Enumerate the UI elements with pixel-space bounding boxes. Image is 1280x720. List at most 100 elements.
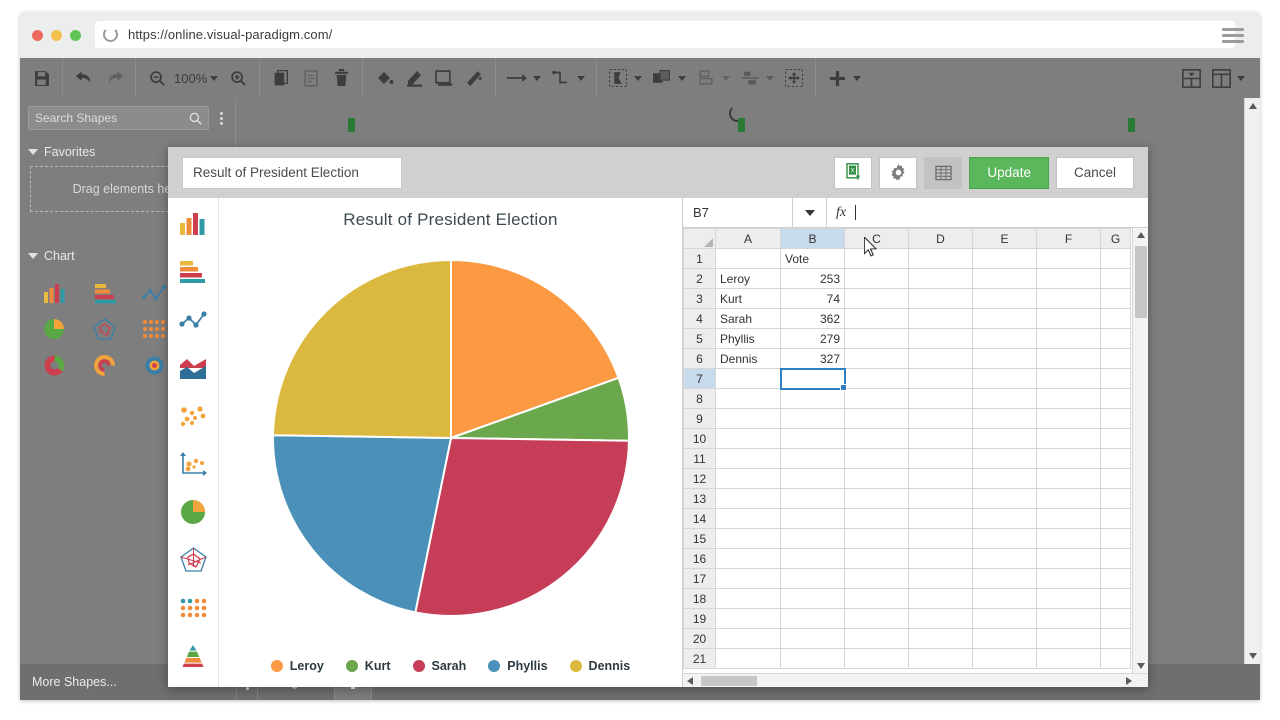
align-dropdown-caret-icon[interactable] [722, 75, 731, 81]
cell-G15[interactable] [1100, 528, 1131, 549]
cell-G2[interactable] [1100, 268, 1131, 289]
copy-icon[interactable] [266, 61, 296, 95]
cell-G7[interactable] [1100, 368, 1131, 389]
cell-B10[interactable] [780, 428, 845, 449]
row-header-9[interactable]: 9 [683, 408, 716, 429]
cell-B19[interactable] [780, 608, 845, 629]
cell-G11[interactable] [1100, 448, 1131, 469]
cancel-button[interactable]: Cancel [1055, 156, 1134, 189]
row-header-16[interactable]: 16 [683, 548, 716, 569]
cell-A20[interactable] [715, 628, 781, 649]
cell-G8[interactable] [1100, 388, 1131, 409]
row-header-4[interactable]: 4 [683, 308, 716, 329]
connection-arrow-icon[interactable] [502, 61, 532, 95]
cell-D1[interactable] [908, 248, 973, 269]
zoom-out-icon[interactable] [142, 61, 172, 95]
zoom-level-label[interactable]: 100% [172, 71, 209, 86]
cell-F14[interactable] [1036, 508, 1101, 529]
row-header-19[interactable]: 19 [683, 608, 716, 629]
scrollbar-thumb[interactable] [1135, 246, 1147, 318]
row-header-14[interactable]: 14 [683, 508, 716, 529]
canvas-vertical-scrollbar[interactable] [1244, 98, 1260, 664]
cell-C3[interactable] [844, 288, 909, 309]
chart-type-pyramid-chart-icon[interactable] [173, 640, 213, 672]
cell-E19[interactable] [972, 608, 1037, 629]
kebab-menu-icon[interactable] [213, 111, 229, 125]
redo-icon[interactable] [99, 61, 129, 95]
paste-icon[interactable] [296, 61, 326, 95]
shape-donut-chart[interactable] [32, 352, 78, 378]
cell-D4[interactable] [908, 308, 973, 329]
cell-C2[interactable] [844, 268, 909, 289]
cell-E21[interactable] [972, 648, 1037, 669]
cell-C5[interactable] [844, 328, 909, 349]
row-header-1[interactable]: 1 [683, 248, 716, 269]
legend-item-phyllis[interactable]: Phyllis [488, 659, 548, 673]
cell-E15[interactable] [972, 528, 1037, 549]
cell-G4[interactable] [1100, 308, 1131, 329]
chart-type-column-chart-icon[interactable] [173, 208, 213, 240]
cell-C20[interactable] [844, 628, 909, 649]
row-header-12[interactable]: 12 [683, 468, 716, 489]
outline-panel-icon[interactable] [1176, 61, 1206, 95]
cell-C16[interactable] [844, 548, 909, 569]
cell-E14[interactable] [972, 508, 1037, 529]
column-header-f[interactable]: F [1036, 228, 1101, 249]
cell-A3[interactable]: Kurt [715, 288, 781, 309]
chart-type-pie-chart-icon[interactable] [173, 496, 213, 528]
cell-B1[interactable]: Vote [780, 248, 845, 269]
selection-handle[interactable] [1128, 118, 1135, 132]
cell-D10[interactable] [908, 428, 973, 449]
cell-G17[interactable] [1100, 568, 1131, 589]
sheet-vertical-scrollbar[interactable] [1132, 228, 1148, 673]
row-header-11[interactable]: 11 [683, 448, 716, 469]
cell-D18[interactable] [908, 588, 973, 609]
cell-D7[interactable] [908, 368, 973, 389]
cell-C8[interactable] [844, 388, 909, 409]
excel-export-icon[interactable]: X [834, 156, 873, 189]
cell-A19[interactable] [715, 608, 781, 629]
cell-B8[interactable] [780, 388, 845, 409]
selection-handle[interactable] [348, 118, 355, 132]
scroll-up-icon[interactable] [1249, 103, 1257, 109]
cell-A11[interactable] [715, 448, 781, 469]
cell-D21[interactable] [908, 648, 973, 669]
chart-type-radar-chart-icon[interactable] [173, 544, 213, 576]
cell-F19[interactable] [1036, 608, 1101, 629]
cell-F17[interactable] [1036, 568, 1101, 589]
zoom-dropdown-caret-icon[interactable] [210, 75, 219, 81]
data-table-icon[interactable] [924, 156, 963, 189]
chart-type-dot-matrix-icon[interactable] [173, 592, 213, 624]
cell-C10[interactable] [844, 428, 909, 449]
cell-G6[interactable] [1100, 348, 1131, 369]
cell-A5[interactable]: Phyllis [715, 328, 781, 349]
shape-column-chart[interactable] [32, 280, 78, 306]
cell-D2[interactable] [908, 268, 973, 289]
legend-item-dennis[interactable]: Dennis [569, 659, 630, 673]
cell-E8[interactable] [972, 388, 1037, 409]
cell-F13[interactable] [1036, 488, 1101, 509]
cell-E3[interactable] [972, 288, 1037, 309]
hamburger-menu-icon[interactable] [1222, 28, 1244, 43]
cell-D5[interactable] [908, 328, 973, 349]
row-header-3[interactable]: 3 [683, 288, 716, 309]
cell-F3[interactable] [1036, 288, 1101, 309]
chart-type-bubble-chart-icon[interactable] [173, 400, 213, 432]
cell-E9[interactable] [972, 408, 1037, 429]
cell-B17[interactable] [780, 568, 845, 589]
format-panel-icon[interactable] [1206, 61, 1236, 95]
cell-D3[interactable] [908, 288, 973, 309]
cell-A21[interactable] [715, 648, 781, 669]
cell-F10[interactable] [1036, 428, 1101, 449]
legend-item-sarah[interactable]: Sarah [412, 659, 466, 673]
cell-B14[interactable] [780, 508, 845, 529]
cell-F1[interactable] [1036, 248, 1101, 269]
cell-A2[interactable]: Leroy [715, 268, 781, 289]
cell-A8[interactable] [715, 388, 781, 409]
scrollbar-thumb[interactable] [701, 676, 757, 686]
shape-bar-chart[interactable] [82, 280, 128, 306]
cell-G21[interactable] [1100, 648, 1131, 669]
row-header-6[interactable]: 6 [683, 348, 716, 369]
chart-title-input[interactable]: Result of President Election [182, 156, 402, 189]
cell-E6[interactable] [972, 348, 1037, 369]
